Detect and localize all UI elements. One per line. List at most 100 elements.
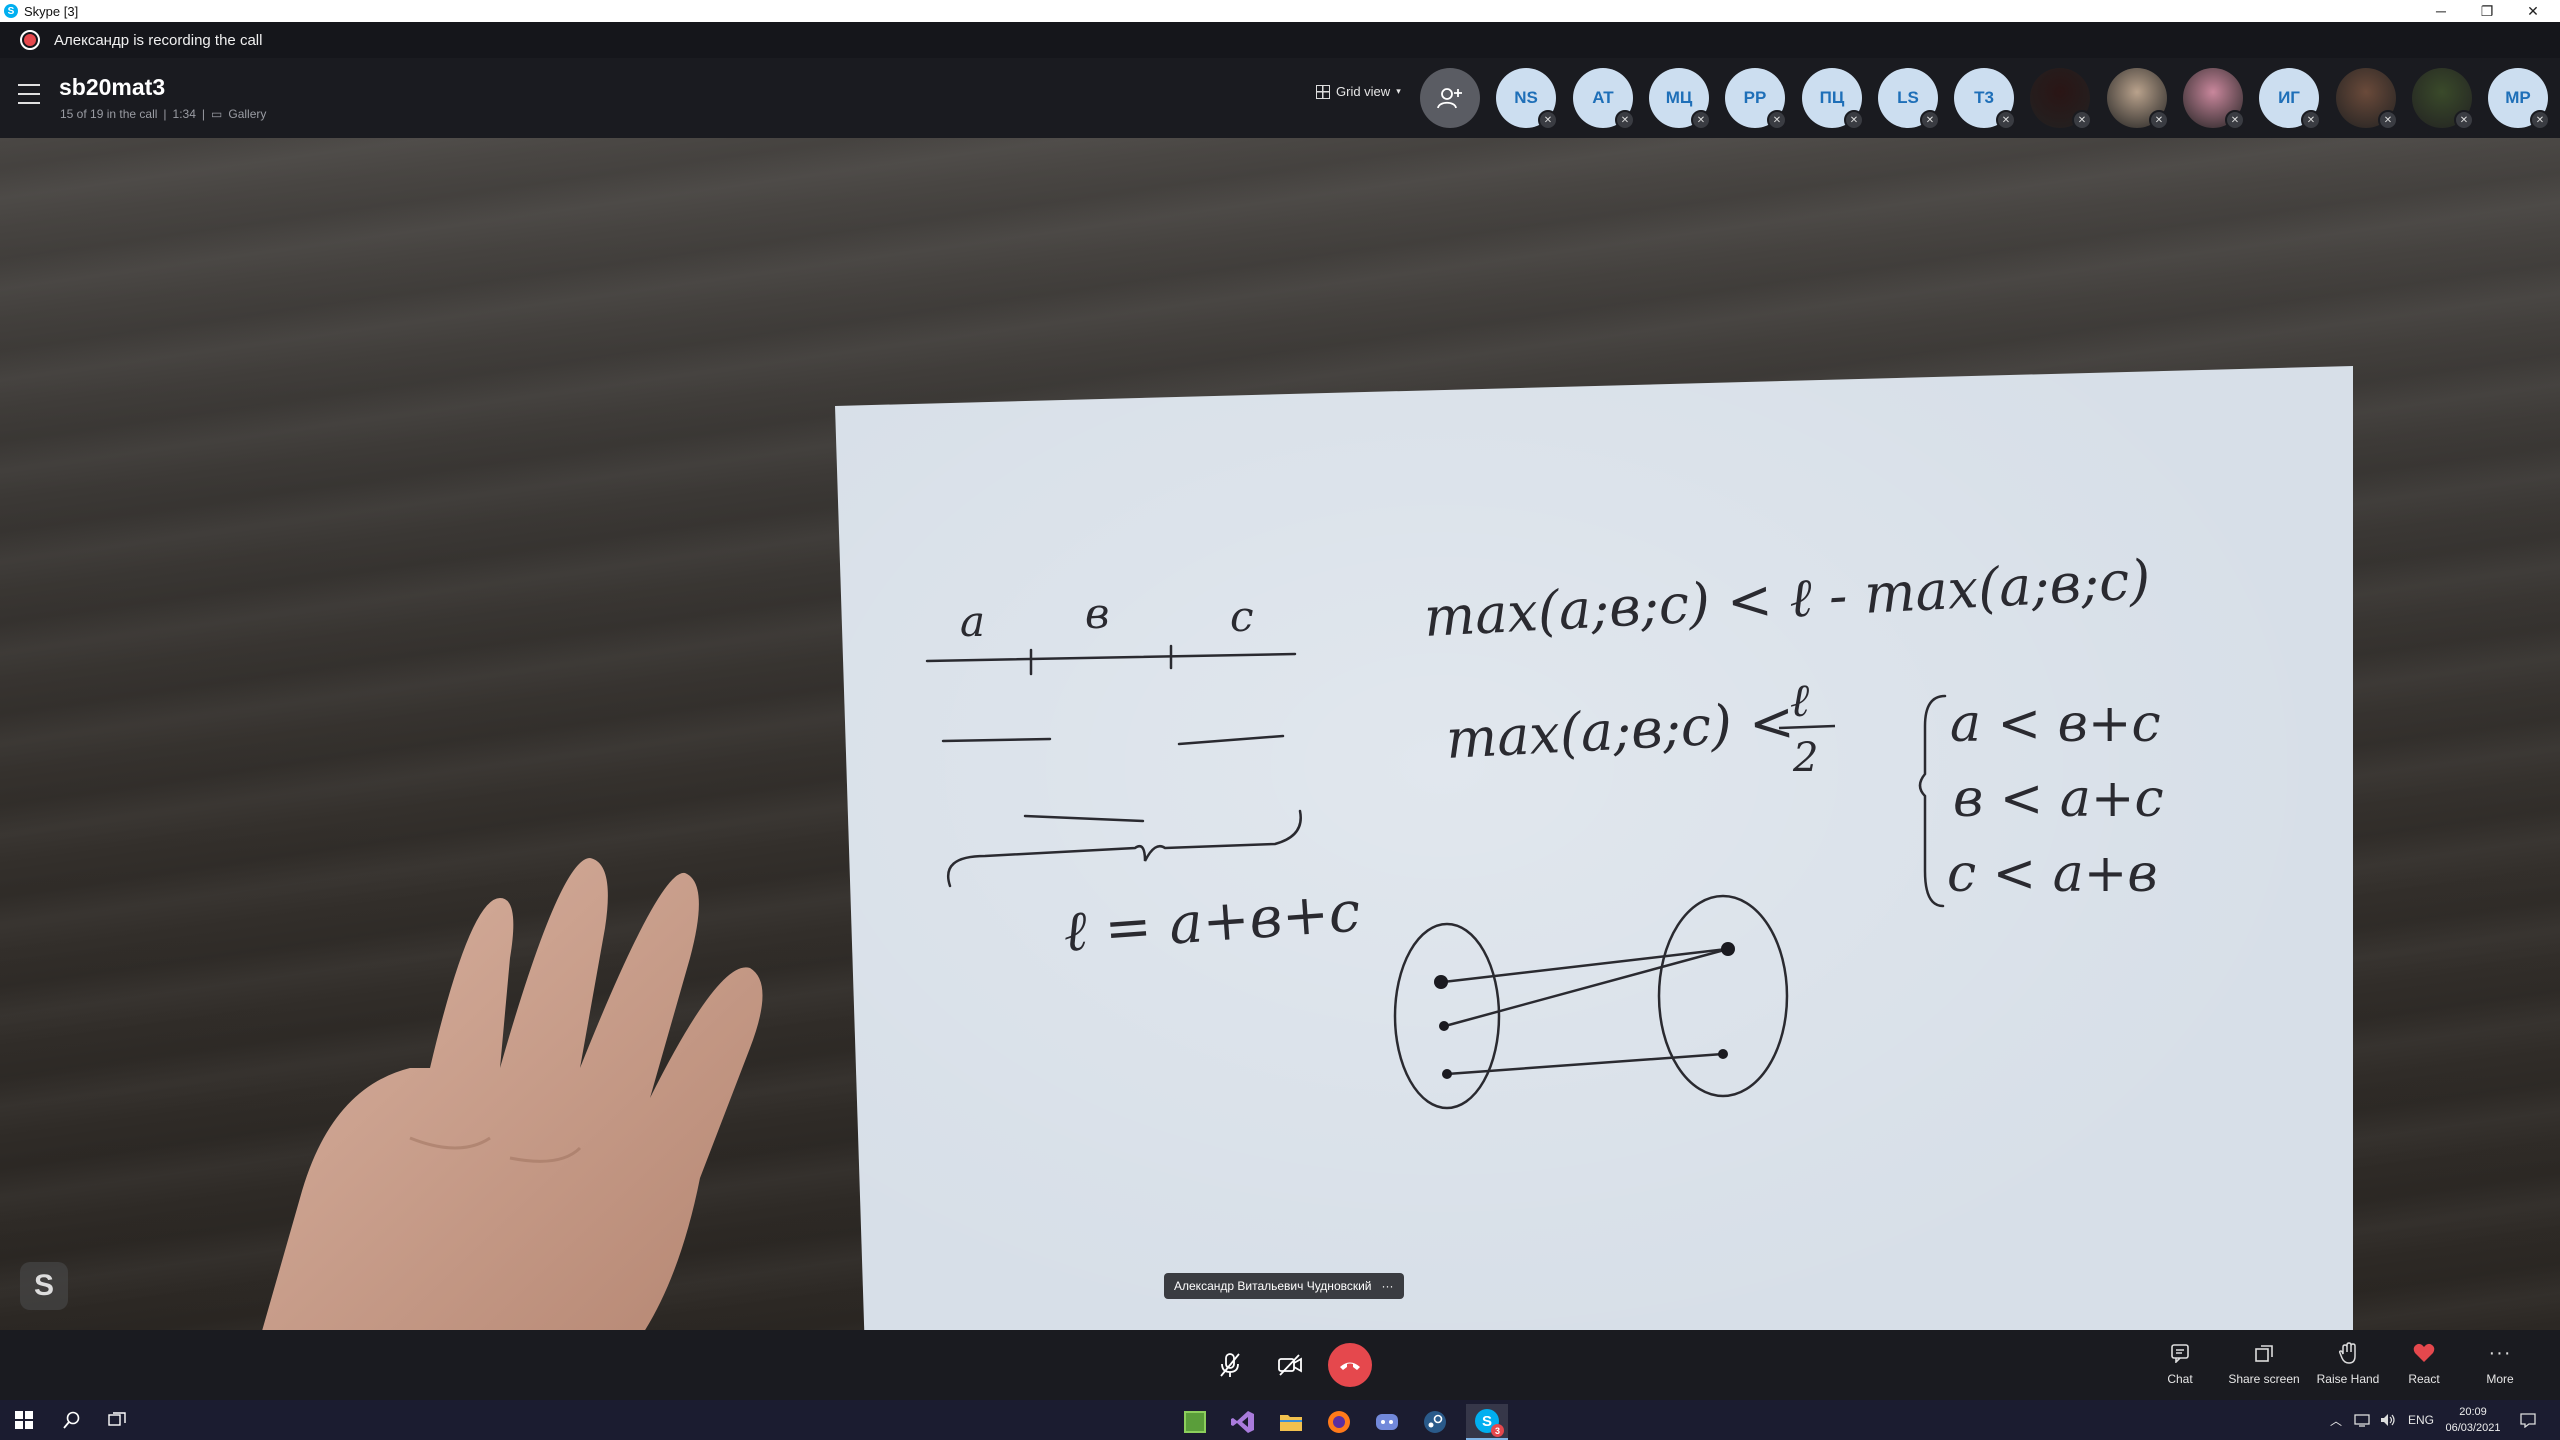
add-participant-button[interactable] <box>1420 68 1480 128</box>
hand-icon <box>2338 1342 2358 1364</box>
participant-avatar[interactable]: ✕ <box>2336 68 2398 130</box>
speaker-more-icon[interactable]: ··· <box>1382 1279 1394 1293</box>
tray-chevron-icon[interactable]: ︿ <box>2330 1400 2342 1440</box>
call-subtitle: 15 of 19 in the call | 1:34 | ▭ Gallery <box>60 107 267 121</box>
participant-avatar[interactable]: LS ✕ <box>1878 68 1940 130</box>
muted-mic-icon: ✕ <box>1844 110 1864 130</box>
taskbar-clock[interactable]: 20:09 06/03/2021 <box>2438 1404 2508 1436</box>
participant-initials: AT <box>1592 88 1614 107</box>
speaker-name: Александр Витальевич Чудновский <box>1174 1279 1372 1293</box>
taskbar-app-firefox-icon[interactable] <box>1318 1404 1360 1440</box>
participant-avatar[interactable]: МЦ ✕ <box>1649 68 1711 130</box>
heart-icon <box>2413 1342 2435 1364</box>
toggle-video-button[interactable] <box>1268 1343 1312 1387</box>
call-controls-bar: Chat Share screen Raise Hand React ··· M… <box>0 1330 2560 1400</box>
skype-badge: 3 <box>1491 1424 1504 1437</box>
system-line-1: a < в+c <box>1950 694 2161 754</box>
chat-button[interactable]: Chat <box>2140 1342 2220 1386</box>
windows-start-icon[interactable] <box>10 1406 38 1434</box>
perimeter-equation: ℓ = a+в+c <box>1061 879 1362 965</box>
muted-mic-icon: ✕ <box>1538 110 1558 130</box>
participant-initials: PP <box>1743 88 1767 107</box>
clock-date: 06/03/2021 <box>2445 1422 2501 1434</box>
mute-microphone-button[interactable] <box>1208 1343 1252 1387</box>
notifications-icon[interactable] <box>2520 1400 2536 1440</box>
recording-icon <box>20 30 40 50</box>
task-view-icon[interactable] <box>104 1406 132 1434</box>
language-indicator[interactable]: ENG <box>2408 1400 2434 1440</box>
chat-icon <box>2170 1342 2190 1364</box>
gallery-icon: ▭ <box>211 107 223 121</box>
share-screen-icon <box>2254 1342 2274 1364</box>
chat-label: Chat <box>2167 1372 2193 1386</box>
windows-taskbar: S 3 ︿ ENG 20:09 06/03/2021 <box>0 1400 2560 1440</box>
participant-avatar[interactable]: PP ✕ <box>1725 68 1787 130</box>
muted-mic-icon: ✕ <box>1691 110 1711 130</box>
raise-hand-button[interactable]: Raise Hand <box>2308 1342 2388 1386</box>
recording-text: Александр is recording the call <box>54 31 263 49</box>
participant-initials: МЦ <box>1665 88 1693 107</box>
view-mode[interactable]: Gallery <box>228 107 266 121</box>
volume-icon[interactable] <box>2380 1400 2396 1440</box>
muted-mic-icon: ✕ <box>2225 110 2245 130</box>
more-label: More <box>2486 1372 2514 1386</box>
segment-label-b: в <box>1085 589 1109 638</box>
hamburger-menu-icon[interactable] <box>18 84 40 104</box>
muted-mic-icon: ✕ <box>2072 110 2092 130</box>
participant-avatar[interactable]: ✕ <box>2030 68 2092 130</box>
video-stage: a в c max(a;в;c) < ℓ - max(a;в;c) max(a;… <box>0 138 2560 1330</box>
muted-mic-icon: ✕ <box>2378 110 2398 130</box>
speaker-name-label[interactable]: Александр Витальевич Чудновский ··· <box>1164 1273 1404 1299</box>
restore-button[interactable]: ❐ <box>2464 0 2510 22</box>
more-button[interactable]: ··· More <box>2460 1341 2540 1387</box>
participant-avatar[interactable]: T3 ✕ <box>1954 68 2016 130</box>
share-screen-button[interactable]: Share screen <box>2224 1342 2304 1386</box>
search-icon[interactable] <box>58 1406 86 1434</box>
end-call-button[interactable] <box>1328 1343 1372 1387</box>
grid-icon <box>1316 84 1330 99</box>
muted-mic-icon: ✕ <box>2454 110 2474 130</box>
react-button[interactable]: React <box>2384 1342 2464 1386</box>
muted-mic-icon: ✕ <box>2530 110 2550 130</box>
participant-avatar[interactable]: MP ✕ <box>2488 68 2550 130</box>
recording-banner: Александр is recording the call <box>0 22 2560 58</box>
participant-avatar[interactable]: AT ✕ <box>1573 68 1635 130</box>
muted-mic-icon: ✕ <box>1767 110 1787 130</box>
equation-2: max(a;в;c) < <box>1444 690 1795 771</box>
taskbar-app-steam-icon[interactable] <box>1414 1404 1456 1440</box>
fraction-numerator: ℓ <box>1790 673 1810 727</box>
participants-status: 15 of 19 in the call <box>60 107 158 121</box>
participant-avatar[interactable]: NS ✕ <box>1496 68 1558 130</box>
call-header: sb20mat3 15 of 19 in the call | 1:34 | ▭… <box>0 58 2560 138</box>
clock-time: 20:09 <box>2459 1406 2487 1418</box>
participant-avatar[interactable]: ✕ <box>2107 68 2169 130</box>
muted-mic-icon: ✕ <box>2301 110 2321 130</box>
participant-initials: T3 <box>1974 88 1994 107</box>
participant-initials: LS <box>1897 88 1919 107</box>
taskbar-app-visual-studio-icon[interactable] <box>1222 1404 1264 1440</box>
network-icon[interactable] <box>2354 1400 2370 1440</box>
taskbar-app-file-explorer-icon[interactable] <box>1270 1404 1312 1440</box>
segment-label-a: a <box>960 597 985 646</box>
react-label: React <box>2408 1372 2440 1386</box>
participant-avatar[interactable]: ✕ <box>2412 68 2474 130</box>
participant-avatar[interactable]: ИГ ✕ <box>2259 68 2321 130</box>
video-off-icon <box>1278 1354 1302 1376</box>
participant-avatar[interactable]: ПЦ ✕ <box>1802 68 1864 130</box>
hang-up-icon <box>1340 1362 1360 1370</box>
close-button[interactable]: ✕ <box>2510 0 2556 22</box>
taskbar-app-discord-icon[interactable] <box>1366 1404 1408 1440</box>
more-icon: ··· <box>2488 1341 2512 1364</box>
minimize-button[interactable]: ─ <box>2418 0 2464 22</box>
muted-mic-icon: ✕ <box>1996 110 2016 130</box>
grid-view-dropdown[interactable]: Grid view ▾ <box>1316 84 1401 99</box>
system-line-2: в < a+c <box>1953 769 2164 829</box>
system-line-3: c < a+в <box>1947 844 2158 904</box>
taskbar-app-skype-icon[interactable]: S 3 <box>1466 1404 1508 1440</box>
taskbar-app-minecraft-icon[interactable] <box>1174 1404 1216 1440</box>
equation-1: max(a;в;c) < ℓ - max(a;в;c) <box>1422 548 2151 649</box>
share-screen-label: Share screen <box>2228 1372 2300 1386</box>
add-person-icon <box>1437 88 1462 109</box>
participant-avatar[interactable]: ✕ <box>2183 68 2245 130</box>
muted-mic-icon: ✕ <box>2149 110 2169 130</box>
